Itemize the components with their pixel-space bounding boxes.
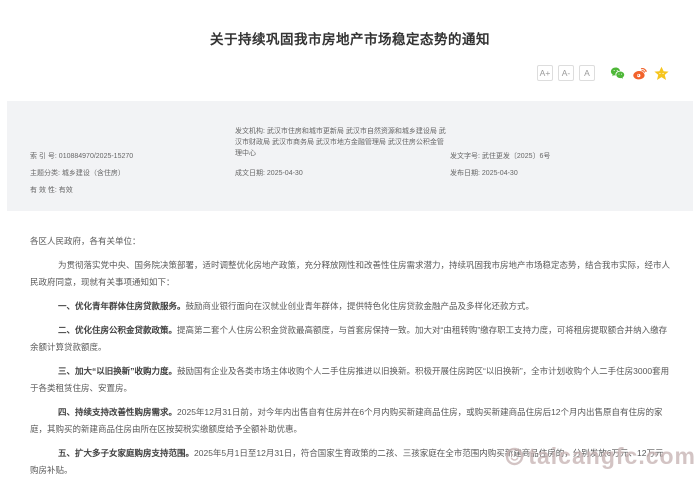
intro-paragraph: 为贯彻落实党中央、国务院决策部署，适时调整优化房地产政策，充分释放刚性和改善性住… (30, 260, 671, 287)
document-meta-panel: 索 引 号: 010884970/2025-15270 发文机构: 武汉市住房和… (7, 101, 693, 211)
weibo-share-icon[interactable] (631, 65, 648, 82)
notice-body: 各区人民政府，各有关单位： 为贯彻落实党中央、国务院决策部署，适时调整优化房地产… (30, 233, 670, 479)
meta-doc-number: 发文字号: 武住更发〔2025〕6号 (450, 151, 679, 162)
meta-category: 主题分类: 城乡建设（含住房） (30, 168, 235, 179)
meta-index-value: 010884970/2025-15270 (58, 153, 134, 160)
meta-validity-value: 有效 (58, 187, 73, 194)
meta-index-number: 索 引 号: 010884970/2025-15270 (30, 151, 235, 162)
section-1: 一、优化青年群体住房贷款服务。鼓励商业银行面向在汉就业创业青年群体，提供特色化住… (30, 298, 670, 315)
meta-docnum-label: 发文字号: (450, 153, 480, 160)
toolbar: A+ A- A (0, 64, 670, 82)
meta-publish-value: 2025-04-30 (481, 170, 518, 177)
meta-publish-date: 发布日期: 2025-04-30 (450, 168, 679, 179)
font-increase-button[interactable]: A+ (537, 65, 553, 81)
meta-org-value: 武汉市住房和城市更新局 武汉市自然资源和城乡建设局 武汉市财政局 武汉市商务局 … (235, 128, 446, 157)
favorite-star-icon[interactable] (653, 65, 670, 82)
meta-docnum-value: 武住更发〔2025〕6号 (481, 153, 551, 160)
section-4: 四、持续支持改善性购房需求。2025年12月31日前，对今年内出售自有住房并在6… (30, 404, 670, 438)
notice-page: 关于持续巩固我市房地产市场稳定态势的通知 A+ A- A 索 引 号: 0108… (0, 28, 700, 479)
meta-written-value: 2025-04-30 (266, 170, 303, 177)
font-decrease-button[interactable]: A- (558, 65, 574, 81)
section-1-heading: 一、优化青年群体住房贷款服务。 (58, 301, 186, 311)
section-2: 二、优化住房公积金贷款政策。提高第二套个人住房公积金贷款最高额度，与首套房保持一… (30, 322, 670, 356)
section-4-heading: 四、持续支持改善性购房需求。 (58, 407, 178, 417)
meta-org-label: 发文机构: (235, 128, 265, 135)
section-1-text: 鼓励商业银行面向在汉就业创业青年群体，提供特色化住房贷款金融产品及多样化还款方式… (185, 301, 535, 311)
meta-index-label: 索 引 号: (30, 153, 57, 160)
page-title: 关于持续巩固我市房地产市场稳定态势的通知 (210, 32, 490, 47)
section-2-heading: 二、优化住房公积金贷款政策。 (58, 325, 178, 335)
meta-category-label: 主题分类: (30, 170, 60, 177)
meta-written-label: 成文日期: (235, 170, 265, 177)
meta-publish-label: 发布日期: (450, 170, 480, 177)
meta-validity: 有 效 性: 有效 (30, 185, 235, 196)
meta-validity-label: 有 效 性: (30, 187, 57, 194)
salutation: 各区人民政府，各有关单位： (30, 236, 141, 246)
section-3: 三、加大“以旧换新”收购力度。鼓励国有企业及各类市场主体收购个人二手住房推进以旧… (30, 363, 670, 397)
font-reset-button[interactable]: A (579, 65, 595, 81)
wechat-share-icon[interactable] (609, 65, 626, 82)
section-5: 五、扩大多子女家庭购房支持范围。2025年5月1日至12月31日，符合国家生育政… (30, 445, 670, 479)
section-3-heading: 三、加大“以旧换新”收购力度。 (58, 366, 178, 376)
meta-category-value: 城乡建设（含住房） (61, 170, 125, 177)
meta-written-date: 成文日期: 2025-04-30 (235, 168, 450, 179)
meta-issuing-org: 发文机构: 武汉市住房和城市更新局 武汉市自然资源和城乡建设局 武汉市财政局 武… (235, 126, 450, 162)
